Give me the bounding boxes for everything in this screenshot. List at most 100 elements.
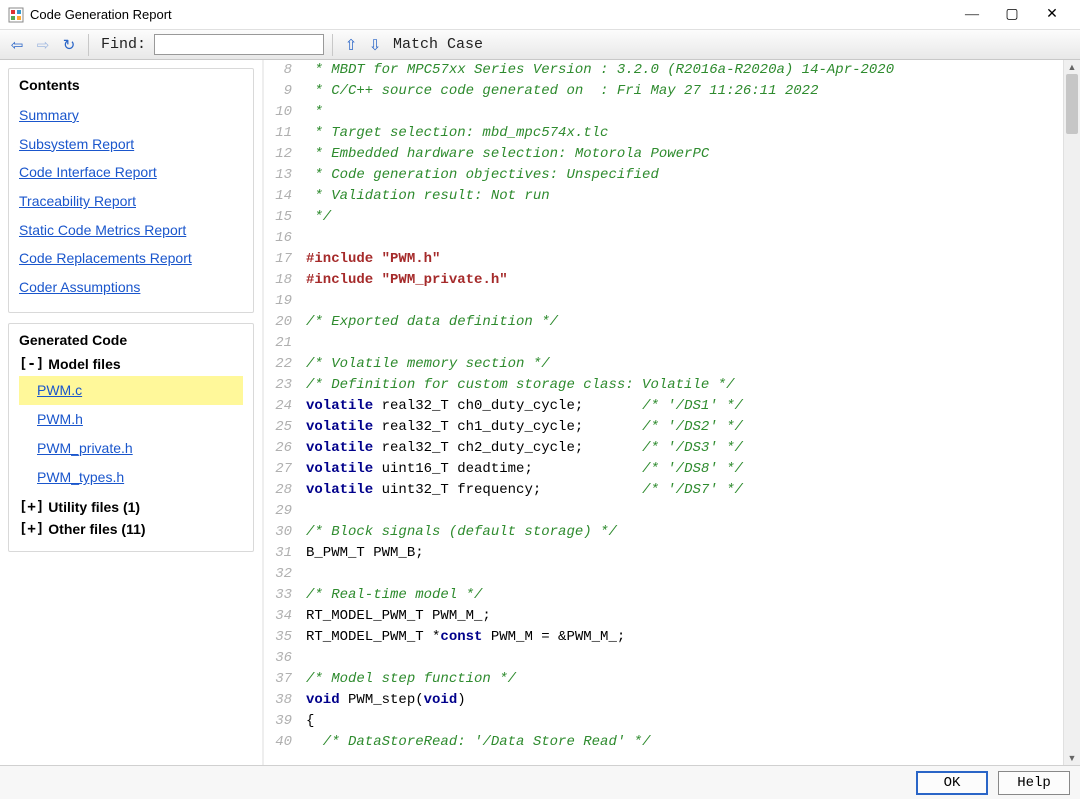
- code-line: 40 /* DataStoreRead: '/Data Store Read' …: [264, 732, 1062, 753]
- line-number: 32: [264, 564, 298, 585]
- find-input[interactable]: [154, 34, 324, 55]
- line-number: 21: [264, 333, 298, 354]
- line-number: 17: [264, 249, 298, 270]
- code-line: 12 * Embedded hardware selection: Motoro…: [264, 144, 1062, 165]
- line-number: 10: [264, 102, 298, 123]
- code-line: 19: [264, 291, 1062, 312]
- find-prev-button[interactable]: ⇧: [341, 35, 361, 55]
- window-controls: — ▢ ✕: [952, 1, 1072, 29]
- minimize-button[interactable]: —: [952, 1, 992, 29]
- model-file-link[interactable]: PWM_types.h: [19, 463, 243, 492]
- code-line: 15 */: [264, 207, 1062, 228]
- code-scroll[interactable]: 8 * MBDT for MPC57xx Series Version : 3.…: [264, 60, 1062, 765]
- find-label: Find:: [101, 36, 146, 53]
- code-line: 18#include "PWM_private.h": [264, 270, 1062, 291]
- contents-link[interactable]: Code Replacements Report: [19, 244, 243, 273]
- code-line: 36: [264, 648, 1062, 669]
- code-text: volatile real32_T ch2_duty_cycle; /* '/D…: [298, 438, 743, 459]
- code-text: [298, 564, 306, 585]
- line-number: 14: [264, 186, 298, 207]
- main-area: Contents SummarySubsystem ReportCode Int…: [0, 60, 1080, 765]
- line-number: 36: [264, 648, 298, 669]
- code-line: 38void PWM_step(void): [264, 690, 1062, 711]
- app-icon: [8, 7, 24, 23]
- match-case-toggle[interactable]: Match Case: [393, 36, 483, 53]
- code-line: 29: [264, 501, 1062, 522]
- line-number: 24: [264, 396, 298, 417]
- code-line: 21: [264, 333, 1062, 354]
- line-number: 40: [264, 732, 298, 753]
- nav-forward-button[interactable]: ⇨: [32, 34, 54, 56]
- contents-link[interactable]: Subsystem Report: [19, 130, 243, 159]
- code-text: [298, 291, 306, 312]
- model-file-link[interactable]: PWM_private.h: [19, 434, 243, 463]
- help-button[interactable]: Help: [998, 771, 1070, 795]
- utility-files-toggle[interactable]: [+]Utility files (1): [19, 499, 243, 515]
- model-file-link[interactable]: PWM.h: [19, 405, 243, 434]
- generated-code-panel: Generated Code [-]Model files PWM.cPWM.h…: [8, 323, 254, 552]
- nav-back-button[interactable]: ⇦: [6, 34, 28, 56]
- line-number: 28: [264, 480, 298, 501]
- line-number: 22: [264, 354, 298, 375]
- generated-code-heading: Generated Code: [19, 332, 243, 348]
- code-text: void PWM_step(void): [298, 690, 466, 711]
- contents-link[interactable]: Coder Assumptions: [19, 273, 243, 302]
- line-number: 33: [264, 585, 298, 606]
- code-text: * C/C++ source code generated on : Fri M…: [298, 81, 818, 102]
- line-number: 20: [264, 312, 298, 333]
- code-text: [298, 228, 306, 249]
- ok-button[interactable]: OK: [916, 771, 988, 795]
- code-text: /* Block signals (default storage) */: [298, 522, 617, 543]
- line-number: 8: [264, 60, 298, 81]
- refresh-button[interactable]: ↻: [58, 34, 80, 56]
- close-button[interactable]: ✕: [1032, 1, 1072, 29]
- line-number: 34: [264, 606, 298, 627]
- utility-files-heading: Utility files (1): [48, 499, 140, 515]
- line-number: 25: [264, 417, 298, 438]
- code-text: /* DataStoreRead: '/Data Store Read' */: [298, 732, 650, 753]
- code-text: [298, 648, 306, 669]
- scroll-down-icon[interactable]: ▼: [1064, 751, 1080, 765]
- model-file-link[interactable]: PWM.c: [19, 376, 243, 405]
- code-line: 20/* Exported data definition */: [264, 312, 1062, 333]
- title-bar: Code Generation Report — ▢ ✕: [0, 0, 1080, 30]
- line-number: 35: [264, 627, 298, 648]
- toolbar: ⇦ ⇨ ↻ Find: ⇧ ⇩ Match Case: [0, 30, 1080, 60]
- scrollbar-thumb[interactable]: [1066, 74, 1078, 134]
- line-number: 29: [264, 501, 298, 522]
- line-number: 18: [264, 270, 298, 291]
- code-line: 22/* Volatile memory section */: [264, 354, 1062, 375]
- code-text: * Target selection: mbd_mpc574x.tlc: [298, 123, 608, 144]
- code-line: 30/* Block signals (default storage) */: [264, 522, 1062, 543]
- line-number: 23: [264, 375, 298, 396]
- line-number: 31: [264, 543, 298, 564]
- line-number: 30: [264, 522, 298, 543]
- scroll-up-icon[interactable]: ▲: [1064, 60, 1080, 74]
- code-line: 13 * Code generation objectives: Unspeci…: [264, 165, 1062, 186]
- code-text: RT_MODEL_PWM_T PWM_M_;: [298, 606, 491, 627]
- line-number: 38: [264, 690, 298, 711]
- code-line: 25volatile real32_T ch1_duty_cycle; /* '…: [264, 417, 1062, 438]
- contents-link[interactable]: Static Code Metrics Report: [19, 216, 243, 245]
- model-files-toggle[interactable]: [-]Model files: [19, 356, 243, 372]
- code-line: 28volatile uint32_T frequency; /* '/DS7'…: [264, 480, 1062, 501]
- code-text: #include "PWM.h": [298, 249, 440, 270]
- other-files-toggle[interactable]: [+]Other files (11): [19, 521, 243, 537]
- expand-icon: [+]: [19, 521, 44, 537]
- code-line: 39{: [264, 711, 1062, 732]
- code-text: * Validation result: Not run: [298, 186, 550, 207]
- contents-link[interactable]: Traceability Report: [19, 187, 243, 216]
- code-line: 34RT_MODEL_PWM_T PWM_M_;: [264, 606, 1062, 627]
- vertical-scrollbar[interactable]: ▲ ▼: [1063, 60, 1080, 765]
- maximize-button[interactable]: ▢: [992, 1, 1032, 29]
- find-next-button[interactable]: ⇩: [365, 35, 385, 55]
- contents-link[interactable]: Summary: [19, 101, 243, 130]
- code-text: [298, 333, 306, 354]
- code-text: volatile uint16_T deadtime; /* '/DS8' */: [298, 459, 743, 480]
- code-text: [298, 501, 306, 522]
- other-files-heading: Other files (11): [48, 521, 145, 537]
- contents-heading: Contents: [19, 77, 243, 93]
- contents-link[interactable]: Code Interface Report: [19, 158, 243, 187]
- toolbar-separator: [88, 34, 89, 56]
- line-number: 15: [264, 207, 298, 228]
